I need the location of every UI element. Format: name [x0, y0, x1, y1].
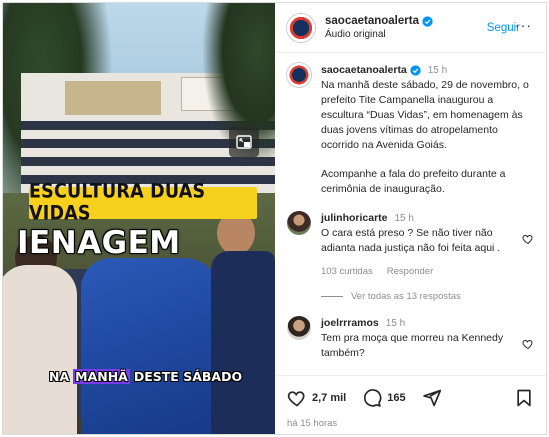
blue-cover-sculpture — [81, 258, 223, 434]
heart-icon[interactable] — [522, 233, 534, 245]
comment-text: O cara está preso ? Se não tiver não adi… — [321, 227, 501, 254]
share-button[interactable] — [422, 388, 442, 408]
comment-body: julinhoricarte 15 h O cara está preso ? … — [321, 211, 534, 279]
person-left — [3, 265, 77, 434]
caption-paragraph: saocaetanoalerta 15 h Na manhã deste sáb… — [321, 63, 534, 153]
comment-username[interactable]: julinhoricarte — [321, 212, 388, 224]
avatar[interactable] — [287, 211, 311, 235]
comments-section[interactable]: saocaetanoalerta 15 h Na manhã deste sáb… — [275, 53, 546, 375]
author-username[interactable]: saocaetanoalerta — [325, 15, 433, 27]
comment-time[interactable]: 15 h — [386, 318, 405, 329]
post-header: saocaetanoalerta Áudio original Seguir ·… — [275, 3, 546, 53]
comment-username[interactable]: joelrrramos — [321, 317, 379, 329]
action-row: 2,7 mil 165 — [287, 384, 534, 412]
avatar[interactable] — [287, 13, 315, 42]
verified-badge-icon — [410, 65, 421, 76]
like-button[interactable]: 2,7 mil — [287, 388, 346, 408]
picture-in-picture-button[interactable] — [229, 127, 259, 157]
caption-text-2: Acompanhe a fala do prefeito durante a c… — [321, 168, 506, 195]
bookmark-icon — [517, 389, 531, 407]
video-overlay-title-text: ESCULTURA DUAS VIDAS — [29, 181, 206, 225]
avatar[interactable] — [287, 63, 311, 87]
caption-text: Na manhã deste sábado, 29 de novembro, o… — [321, 79, 529, 151]
comments-count[interactable]: 165 — [387, 392, 405, 404]
post-dialog: ESCULTURA DUAS VIDAS IENAGEM NA MANHÃ DE… — [2, 2, 547, 435]
video-overlay-title: ESCULTURA DUAS VIDAS — [29, 181, 257, 225]
verified-badge-icon — [422, 15, 433, 27]
view-replies-button[interactable]: Ver todas as 13 respostas — [321, 291, 534, 302]
picture-in-picture-icon — [236, 135, 252, 149]
view-replies-label[interactable]: Ver todas as 13 respostas — [351, 291, 461, 302]
video-overlay-large-text: IENAGEM — [17, 225, 181, 261]
comment-body: joelrrramos 15 h Tem pra moça que morreu… — [321, 316, 534, 361]
comment-time[interactable]: 15 h — [394, 213, 413, 224]
subtitle-word: DESTE SÁBADO — [133, 369, 243, 384]
caption-body: saocaetanoalerta 15 h Na manhã deste sáb… — [321, 63, 534, 197]
video-player[interactable]: ESCULTURA DUAS VIDAS IENAGEM NA MANHÃ DE… — [3, 3, 275, 434]
comment-text: Tem pra moça que morreu na Kennedy també… — [321, 332, 504, 359]
comment-item: joelrrramos 15 h Tem pra moça que morreu… — [287, 316, 534, 361]
post-time[interactable]: há 15 horas — [287, 418, 534, 429]
comment-meta: 103 curtidas Responder — [321, 264, 512, 279]
caption-username[interactable]: saocaetanoalerta — [321, 63, 421, 78]
likes-count[interactable]: 2,7 mil — [312, 392, 346, 404]
divider — [321, 296, 343, 297]
video-subtitle: NA MANHÃ DESTE SÁBADO — [49, 369, 242, 384]
share-icon — [422, 389, 441, 407]
post-side-panel: saocaetanoalerta Áudio original Seguir ·… — [275, 3, 546, 434]
comment-icon — [364, 389, 382, 407]
reply-button[interactable]: Responder — [387, 264, 433, 279]
more-options-icon[interactable]: ··· — [515, 17, 532, 33]
heart-icon[interactable] — [522, 338, 534, 350]
caption-time[interactable]: 15 h — [428, 65, 447, 76]
avatar[interactable] — [287, 316, 311, 340]
post-caption: saocaetanoalerta 15 h Na manhã deste sáb… — [287, 63, 534, 197]
caption-username-text[interactable]: saocaetanoalerta — [321, 63, 407, 78]
comment-likes[interactable]: 103 curtidas — [321, 264, 373, 279]
save-button[interactable] — [514, 388, 534, 408]
post-actions: 2,7 mil 165 há 15 horas — [275, 375, 546, 434]
person-right — [211, 251, 275, 434]
header-text: saocaetanoalerta Áudio original — [325, 15, 485, 40]
subtitle-highlight-word: MANHÃ — [73, 369, 130, 384]
comment-item: julinhoricarte 15 h O cara está preso ? … — [287, 211, 534, 279]
subtitle-word: NA — [49, 369, 70, 384]
audio-label[interactable]: Áudio original — [325, 29, 485, 40]
author-username-text[interactable]: saocaetanoalerta — [325, 15, 419, 27]
heart-icon — [287, 391, 305, 407]
comment-button[interactable]: 165 — [362, 388, 406, 408]
